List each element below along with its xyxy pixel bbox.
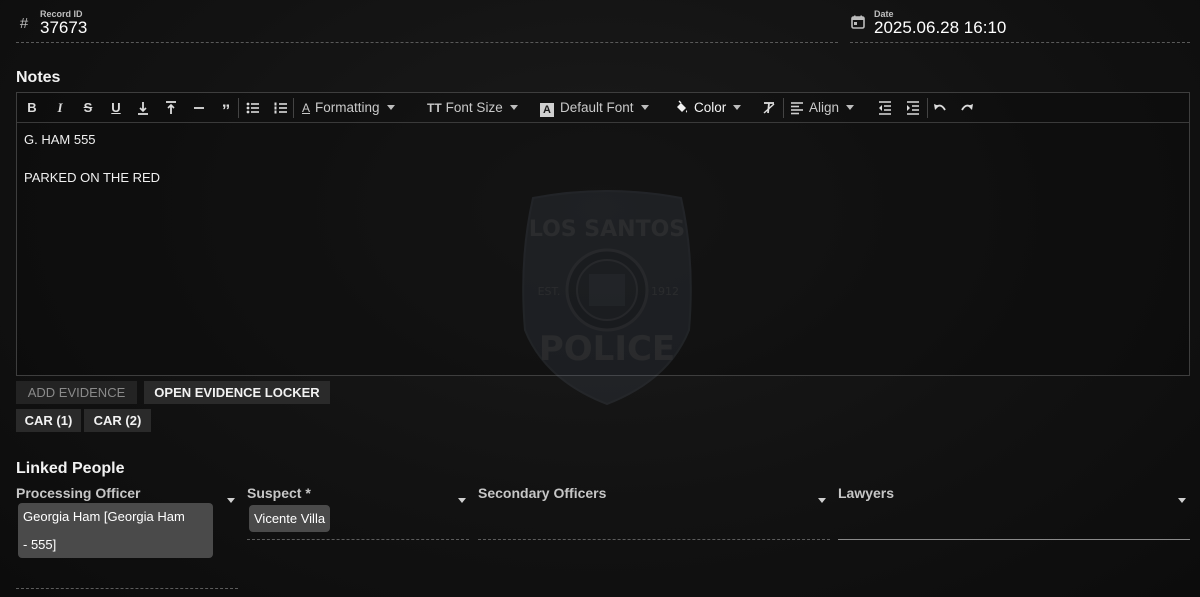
- chevron-down-icon: [846, 105, 855, 110]
- watermark-year-text: 1912: [651, 285, 679, 298]
- subscript-button[interactable]: [135, 98, 151, 118]
- field-underline: [247, 539, 469, 540]
- chevron-down-icon[interactable]: [458, 498, 466, 503]
- bullet-list-button[interactable]: [245, 98, 261, 118]
- note-line: PARKED ON THE RED: [24, 170, 161, 185]
- calendar-icon: [850, 15, 866, 31]
- text-format-icon: A: [302, 101, 311, 115]
- chevron-down-icon[interactable]: [227, 498, 235, 503]
- toolbar-divider: [238, 98, 239, 118]
- color-label: Color: [694, 100, 727, 115]
- record-id-value: 37673: [40, 18, 88, 37]
- evidence-item-car-2[interactable]: CAR (2): [84, 409, 151, 432]
- chevron-down-icon: [509, 105, 518, 110]
- field-underline: [838, 539, 1190, 540]
- evidence-item-car-1[interactable]: CAR (1): [16, 409, 81, 432]
- italic-button[interactable]: I: [52, 98, 68, 118]
- align-left-icon: [790, 101, 804, 121]
- chevron-down-icon[interactable]: [818, 498, 826, 503]
- field-underline: [478, 539, 830, 540]
- chevron-down-icon[interactable]: [1178, 498, 1186, 503]
- toolbar-divider: [293, 98, 294, 118]
- open-evidence-locker-button[interactable]: OPEN EVIDENCE LOCKER: [144, 381, 330, 404]
- quote-button[interactable]: ”: [218, 98, 234, 120]
- toolbar-divider: [783, 98, 784, 118]
- align-dropdown[interactable]: Align: [790, 98, 855, 121]
- formatting-label: Formatting: [315, 100, 380, 115]
- font-size-label: Font Size: [445, 100, 503, 115]
- font-size-icon: TT: [427, 101, 442, 115]
- processing-officer-label: Processing Officer: [16, 485, 141, 501]
- suspect-chip-text: Vicente Villa: [254, 511, 326, 526]
- undo-icon[interactable]: [932, 98, 948, 118]
- indent-icon[interactable]: [905, 98, 921, 118]
- redo-icon[interactable]: [959, 98, 975, 118]
- watermark-est-text: EST.: [538, 285, 561, 298]
- secondary-officers-label: Secondary Officers: [478, 485, 607, 501]
- add-evidence-button[interactable]: ADD EVIDENCE: [16, 381, 137, 404]
- note-line: G. HAM 555: [24, 132, 96, 147]
- font-size-dropdown[interactable]: TT Font Size: [427, 98, 518, 118]
- processing-officer-chip[interactable]: Georgia Ham [Georgia Ham - 555]: [18, 503, 213, 558]
- suspect-label: Suspect *: [247, 485, 311, 501]
- chevron-down-icon: [640, 105, 649, 110]
- lawyers-label: Lawyers: [838, 485, 895, 501]
- superscript-button[interactable]: [163, 98, 179, 118]
- color-dropdown[interactable]: Color: [674, 98, 742, 121]
- horizontal-rule-button[interactable]: [191, 98, 207, 118]
- font-family-icon: A: [540, 103, 554, 117]
- hash-icon: #: [19, 15, 29, 32]
- date-value[interactable]: 2025.06.28 16:10: [874, 18, 1006, 38]
- align-label: Align: [809, 100, 840, 115]
- formatting-dropdown[interactable]: A Formatting: [302, 98, 395, 118]
- toolbar-divider: [927, 98, 928, 118]
- default-font-label: Default Font: [560, 100, 634, 115]
- notes-title: Notes: [16, 69, 61, 86]
- underline-button[interactable]: U: [108, 98, 124, 118]
- font-family-dropdown[interactable]: A Default Font: [540, 98, 649, 118]
- lspd-badge-watermark: LOS SANTOS EST. 1912 POLICE: [519, 190, 695, 406]
- editor-toolbar: B I S U ” A Formatting TT Font Size A Defau…: [17, 93, 1189, 123]
- strikethrough-button[interactable]: S: [80, 98, 96, 118]
- chip-text-line: - 555]: [23, 537, 57, 552]
- watermark-bottom-text: POLICE: [539, 329, 675, 369]
- chip-text-line: Georgia Ham [Georgia Ham: [23, 509, 185, 524]
- outdent-icon[interactable]: [877, 98, 893, 118]
- numbered-list-button[interactable]: [273, 98, 289, 118]
- field-underline: [16, 588, 238, 589]
- suspect-chip[interactable]: Vicente Villa: [249, 505, 331, 532]
- notes-editor[interactable]: B I S U ” A Formatting TT Font Size A Defau…: [16, 92, 1190, 406]
- watermark-top-text: LOS SANTOS: [529, 217, 685, 242]
- paint-bucket-icon: [674, 100, 689, 121]
- chevron-down-icon: [386, 105, 395, 110]
- record-id-field: # Record ID 37673: [16, 8, 838, 43]
- bold-button[interactable]: B: [24, 98, 40, 118]
- editor-content[interactable]: LOS SANTOS EST. 1912 POLICE G. HAM 555 P…: [17, 123, 1189, 406]
- date-field[interactable]: Date 2025.06.28 16:10: [850, 8, 1190, 43]
- chevron-down-icon: [733, 105, 742, 110]
- clear-format-icon[interactable]: [761, 98, 777, 118]
- linked-people-title: Linked People: [16, 460, 125, 477]
